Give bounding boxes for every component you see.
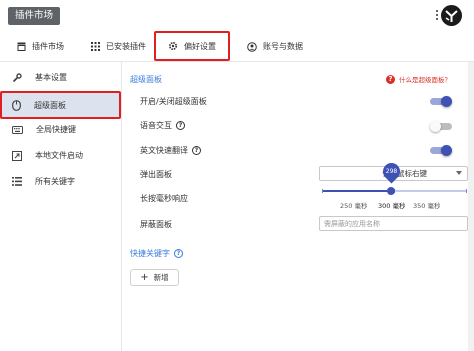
- help-link-label: 什么是超级面板？: [399, 76, 451, 84]
- slider-tick-label: 250 毫秒: [340, 202, 368, 210]
- tab-label: 已安装插件: [106, 42, 146, 51]
- app-title: 插件市场: [8, 7, 61, 25]
- shortcut-section-title: 快捷关键字: [130, 249, 170, 258]
- sidebar-item-label: 基本设置: [35, 73, 67, 82]
- keyboard-icon: [12, 125, 23, 134]
- slider-tick: [466, 189, 467, 193]
- help-icon[interactable]: ?: [192, 146, 201, 155]
- plus-icon: +: [140, 271, 149, 283]
- sidebar-item-global-shortcuts[interactable]: 全局快捷键: [0, 117, 121, 142]
- help-icon[interactable]: ?: [176, 121, 185, 130]
- scrollbar-track[interactable]: [468, 62, 474, 351]
- translate-label: 英文快速翻译: [140, 146, 188, 155]
- tab-bar: 插件市场 已安装插件 偏好设置 账号与数据: [0, 31, 474, 62]
- list-icon: [12, 177, 22, 186]
- mouse-icon: [12, 99, 21, 111]
- help-link[interactable]: ? 什么是超级面板？: [386, 74, 451, 84]
- block-panel-label: 屏蔽面板: [140, 220, 172, 229]
- sidebar-item-super-panel[interactable]: 超级面板: [0, 91, 121, 119]
- slider-value: 298: [385, 168, 397, 175]
- slider-value-bubble: 298: [379, 159, 404, 184]
- sidebar-item-label: 超级面板: [34, 100, 66, 110]
- shortcut-section: 快捷关键字 ?: [130, 248, 183, 259]
- tab-label: 插件市场: [32, 42, 64, 51]
- sidebar-item-label: 全局快捷键: [36, 125, 76, 134]
- open-file-icon: [12, 150, 22, 161]
- tab-preferences[interactable]: 偏好设置: [154, 31, 230, 61]
- question-icon: ?: [386, 74, 395, 84]
- wrench-icon: [12, 72, 22, 83]
- longpress-label: 长按毫秒响应: [140, 194, 188, 203]
- translate-switch[interactable]: [430, 145, 452, 156]
- voice-label: 语音交互: [140, 121, 172, 130]
- voice-switch[interactable]: [430, 121, 452, 132]
- longpress-slider-fill: [322, 190, 392, 192]
- toggle-panel-switch[interactable]: [430, 96, 452, 107]
- add-keyword-button[interactable]: + 新增: [130, 269, 179, 286]
- apps-grid-icon: [91, 42, 100, 51]
- sidebar-item-label: 本地文件启动: [35, 151, 83, 160]
- longpress-slider-thumb[interactable]: [387, 187, 396, 195]
- more-menu-icon[interactable]: [436, 10, 438, 22]
- block-apps-input[interactable]: [319, 216, 468, 231]
- app-header: 插件市场: [0, 0, 474, 31]
- tab-account-data[interactable]: 账号与数据: [247, 31, 303, 62]
- popup-label: 弹出面板: [140, 170, 172, 179]
- translate-row: 英文快速翻译 ?: [140, 145, 201, 156]
- voice-row: 语音交互 ?: [140, 120, 185, 131]
- slider-tick-label: 300 毫秒: [378, 202, 406, 210]
- store-icon: [17, 42, 26, 51]
- settings-panel: 超级面板 ? 什么是超级面板？ 开启/关闭超级面板 语音交互 ? 英文快速翻译 …: [122, 62, 468, 351]
- tab-installed-plugins[interactable]: 已安装插件: [91, 31, 146, 62]
- chevron-down-icon: [456, 171, 462, 175]
- account-icon: [247, 41, 257, 52]
- section-title: 超级面板: [130, 75, 162, 84]
- sidebar: 基本设置 超级面板 全局快捷键 本地文件启动 所有关键字: [0, 62, 121, 351]
- tab-label: 账号与数据: [263, 42, 303, 51]
- toggle-panel-label: 开启/关闭超级面板: [140, 97, 207, 106]
- tab-plugin-market[interactable]: 插件市场: [17, 31, 64, 62]
- sidebar-item-basic-settings[interactable]: 基本设置: [0, 65, 121, 90]
- sidebar-item-label: 所有关键字: [35, 177, 75, 186]
- slider-tick-label: 350 毫秒: [413, 202, 441, 210]
- gear-icon: [168, 41, 178, 51]
- sidebar-item-all-keywords[interactable]: 所有关键字: [0, 169, 121, 194]
- app-logo: [441, 5, 462, 26]
- add-button-label: 新增: [153, 273, 169, 282]
- sidebar-item-local-file-launch[interactable]: 本地文件启动: [0, 143, 121, 168]
- tab-label: 偏好设置: [184, 41, 216, 51]
- help-icon[interactable]: ?: [174, 249, 183, 258]
- slider-tick: [322, 189, 323, 193]
